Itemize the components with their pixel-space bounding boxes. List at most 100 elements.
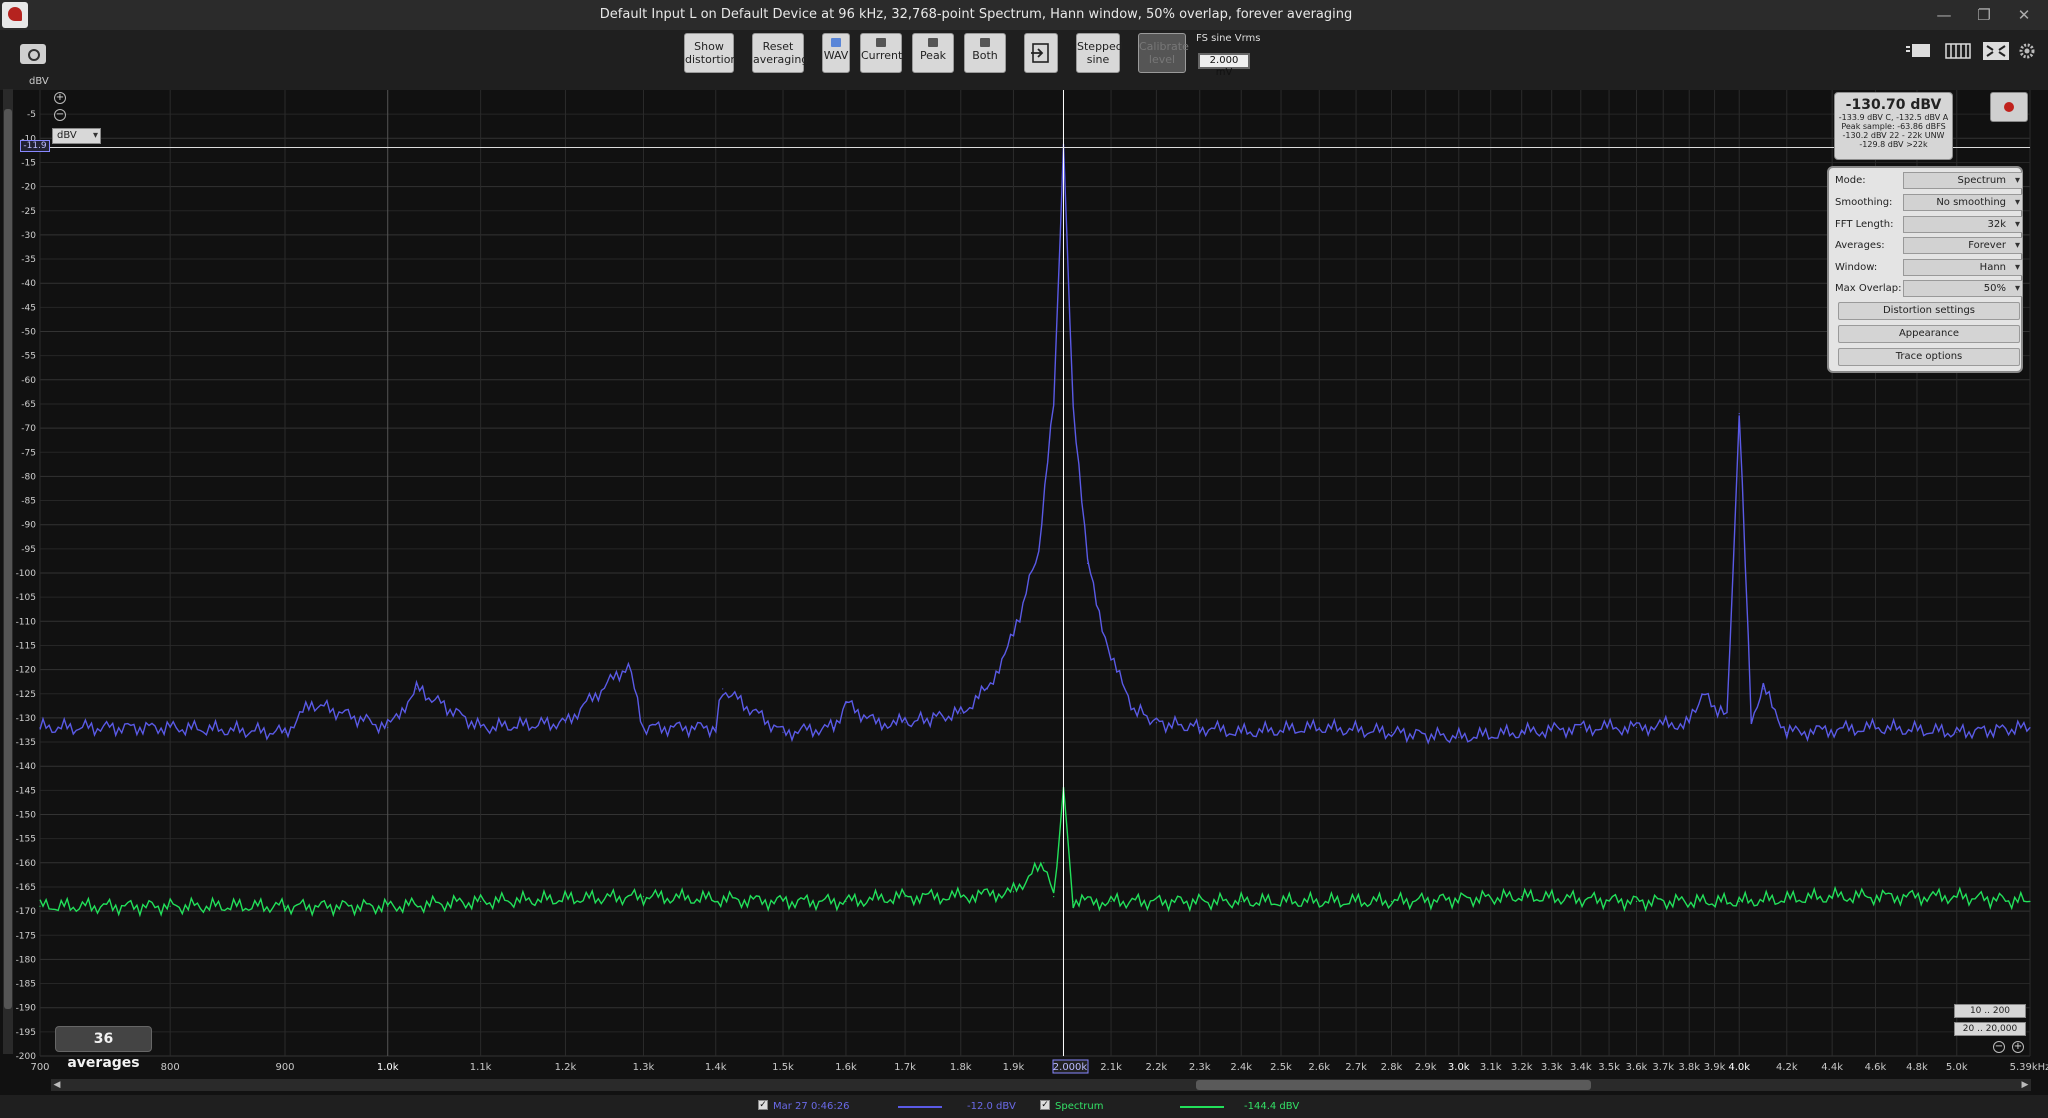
horizontal-scrollbar-thumb[interactable] bbox=[1196, 1080, 1591, 1090]
y-tick-label: -185 bbox=[16, 980, 36, 990]
x-tick-label: 2.2k bbox=[1146, 1062, 1168, 1073]
data-point bbox=[1390, 900, 1393, 903]
y-tick-label: -100 bbox=[16, 569, 37, 579]
distortion-settings-button[interactable]: Distortion settings bbox=[1838, 302, 2020, 320]
data-point bbox=[1580, 726, 1582, 729]
x-tick-label: 3.9k bbox=[1704, 1062, 1726, 1073]
unit-select[interactable]: dBV bbox=[52, 128, 101, 144]
data-point bbox=[1155, 722, 1157, 724]
trace2-value: -144.4 dBV bbox=[1244, 1101, 1300, 1112]
zoom-out-icon[interactable]: − bbox=[54, 109, 66, 121]
data-point bbox=[782, 731, 784, 733]
y-tick-label: -145 bbox=[16, 786, 36, 796]
x-zoom-in-icon[interactable]: + bbox=[2012, 1041, 2024, 1053]
data-point bbox=[960, 712, 962, 714]
window-select[interactable]: Hann bbox=[1903, 259, 2023, 276]
data-point bbox=[284, 731, 286, 733]
trace-options-button[interactable]: Trace options bbox=[1838, 348, 2020, 366]
data-point bbox=[1521, 896, 1523, 898]
smoothing-select[interactable]: No smoothing bbox=[1903, 194, 2023, 211]
record-button[interactable] bbox=[1990, 92, 2028, 122]
y-tick-label: -15 bbox=[21, 158, 36, 168]
data-point bbox=[1072, 403, 1074, 405]
series-line bbox=[39, 143, 2031, 745]
y-tick-label: -90 bbox=[21, 521, 36, 531]
x-tick-label: 4.4k bbox=[1821, 1062, 1843, 1073]
data-point bbox=[39, 726, 41, 729]
averages-select[interactable]: Forever bbox=[1903, 237, 2023, 254]
x-zoom-out-icon[interactable]: − bbox=[1993, 1041, 2005, 1053]
mode-select[interactable]: Spectrum bbox=[1903, 172, 2023, 189]
cursor-level-label: -11.9 bbox=[20, 140, 50, 152]
scroll-right-icon[interactable]: ▶ bbox=[2019, 1079, 2031, 1091]
x-tick-label: 3.4k bbox=[1570, 1062, 1592, 1073]
zoom-in-icon[interactable]: + bbox=[54, 92, 66, 104]
mode-label: Mode: bbox=[1835, 175, 1866, 186]
x-tick-label: 4.0k bbox=[1728, 1062, 1750, 1073]
max-overlap-select[interactable]: 50% bbox=[1903, 280, 2023, 297]
data-point bbox=[1133, 707, 1135, 709]
data-point bbox=[1086, 562, 1089, 564]
data-point bbox=[311, 702, 313, 705]
data-point bbox=[1726, 717, 1728, 719]
data-point bbox=[169, 905, 171, 907]
x-tick-label: 3.6k bbox=[1626, 1062, 1648, 1073]
x-tick-label: 2.4k bbox=[1230, 1062, 1252, 1073]
y-tick-label: -70 bbox=[21, 424, 36, 434]
x-tick-label: 3.3k bbox=[1541, 1062, 1563, 1073]
scroll-left-icon[interactable]: ◀ bbox=[51, 1079, 63, 1091]
data-point bbox=[986, 688, 989, 690]
y-tick-label: -55 bbox=[21, 352, 36, 362]
y-tick-label: -5 bbox=[27, 110, 36, 120]
averages-count-badge: 36 averages bbox=[55, 1026, 152, 1071]
y-tick-label: -45 bbox=[21, 303, 36, 313]
data-point bbox=[642, 726, 645, 729]
data-point bbox=[1688, 722, 1690, 724]
readout-unweighted: -130.2 dBV 22 - 22k UNW bbox=[1842, 131, 1945, 140]
y-tick-label: -25 bbox=[21, 207, 36, 217]
y-tick-label: -35 bbox=[21, 255, 36, 265]
y-tick-label: -40 bbox=[21, 279, 36, 289]
trace1-value: -12.0 dBV bbox=[967, 1101, 1016, 1112]
data-point bbox=[1012, 635, 1015, 637]
data-point bbox=[387, 905, 389, 907]
y-tick-label: -130 bbox=[16, 714, 37, 724]
data-point bbox=[1318, 726, 1320, 729]
x-tick-label: 4.6k bbox=[1865, 1062, 1887, 1073]
spectrum-chart: -5-10-15-20-25-30-35-40-45-50-55-60-65-7… bbox=[16, 76, 2048, 1074]
y-tick-label: -115 bbox=[16, 641, 36, 651]
readout-above-22k: -129.8 dBV >22k bbox=[1859, 140, 1928, 149]
data-point bbox=[480, 900, 482, 903]
y-tick-label: -110 bbox=[16, 617, 37, 627]
data-point bbox=[1635, 900, 1638, 903]
data-point bbox=[1390, 731, 1393, 733]
range-10-200-button[interactable]: 10 .. 200 bbox=[1954, 1004, 2026, 1018]
y-tick-label: -120 bbox=[16, 666, 37, 676]
averages-row: Averages: Forever bbox=[1835, 237, 2023, 255]
data-point bbox=[1956, 731, 1958, 733]
trace2-checkbox[interactable]: ✓ bbox=[1040, 1100, 1050, 1110]
data-point bbox=[1458, 736, 1460, 738]
y-tick-label: -195 bbox=[16, 1028, 36, 1038]
range-20-20000-button[interactable]: 20 .. 20,000 bbox=[1954, 1022, 2026, 1036]
data-point bbox=[2029, 900, 2031, 903]
data-point bbox=[415, 688, 418, 690]
data-point bbox=[627, 664, 629, 666]
smoothing-row: Smoothing: No smoothing bbox=[1835, 194, 2023, 212]
horizontal-scrollbar[interactable]: ◀ ▶ bbox=[51, 1079, 2031, 1091]
appearance-button[interactable]: Appearance bbox=[1838, 325, 2020, 343]
data-point bbox=[1012, 891, 1015, 893]
x-tick-label: 4.2k bbox=[1776, 1062, 1798, 1073]
data-point bbox=[904, 896, 906, 898]
data-point bbox=[564, 722, 567, 724]
cursor-frequency-label: 2.000k bbox=[1053, 1062, 1088, 1073]
data-point bbox=[1110, 900, 1112, 903]
data-point bbox=[1038, 548, 1040, 550]
trace1-checkbox[interactable]: ✓ bbox=[758, 1100, 768, 1110]
fft-length-select[interactable]: 32k bbox=[1903, 216, 2023, 233]
y-tick-label: -155 bbox=[16, 835, 36, 845]
series-line bbox=[39, 786, 2031, 918]
readout-main-value: -130.70 dBV bbox=[1845, 97, 1942, 113]
trace2-swatch bbox=[1180, 1106, 1224, 1108]
x-tick-label: 3.2k bbox=[1511, 1062, 1533, 1073]
